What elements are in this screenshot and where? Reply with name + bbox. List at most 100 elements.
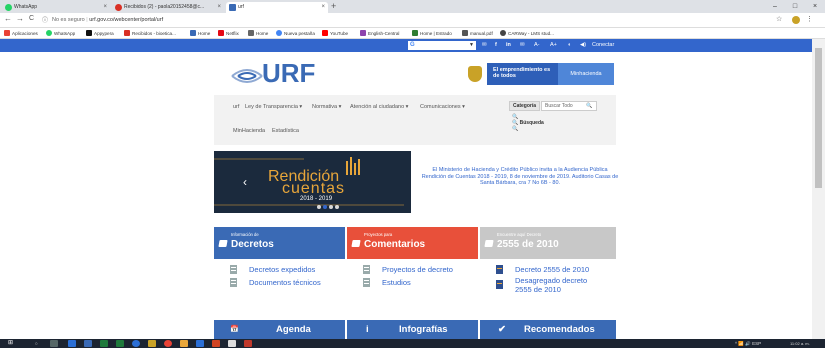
urf-logo-text[interactable]: URF [262,58,315,89]
linkedin-icon[interactable]: in [506,41,511,50]
maximize-button[interactable]: □ [785,0,805,13]
ie-icon[interactable] [132,340,140,347]
menu-icon[interactable]: ⋮ [806,15,813,23]
link-decreto-2555[interactable]: Decreto 2555 de 2010 [515,265,589,274]
star-icon[interactable]: ☆ [776,15,782,23]
search-icon[interactable]: 🔍 [586,103,592,109]
check-icon: ✔ [498,324,506,335]
bookmark-item[interactable]: Nueva pestaña [276,29,315,38]
bookmark-item[interactable]: Recibidos - bioetica... [124,29,176,38]
bookmark-item[interactable]: WhatsApp [46,29,75,38]
reload-button[interactable]: C [29,15,34,22]
close-icon[interactable]: × [103,2,107,13]
chrome-icon[interactable] [164,340,172,347]
gmail-icon [115,4,122,11]
minhacienda-link[interactable]: Minhacienda [558,63,614,85]
contrast-icon[interactable]: ◐ [568,41,571,50]
bookmark-item[interactable]: Appypera [86,29,114,38]
connect-link[interactable]: Conectar [592,41,614,50]
minimize-button[interactable]: – [765,0,785,13]
nav-item-minhacienda[interactable]: MinHacienda [233,128,265,134]
announcement-text[interactable]: El Ministerio de Hacienda y Crédito Públ… [420,167,620,187]
estrado-icon [412,30,418,36]
system-tray[interactable]: ^ 📶 🔊 ESP [735,340,761,347]
nav-item-urf[interactable]: urf [233,104,239,110]
calculator-icon[interactable] [228,340,236,347]
card-decretos[interactable]: Información de Decretos [214,227,345,259]
avatar[interactable] [792,16,800,24]
link-desagregado-decreto[interactable]: Desagregado decreto 2555 de 2010 [515,276,605,294]
bookmark-item[interactable]: Home [190,29,210,38]
explorer-icon[interactable] [180,340,188,347]
carousel-dot[interactable] [329,205,333,209]
carousel-dot[interactable] [317,205,321,209]
powerpoint-icon[interactable] [212,340,220,347]
clock[interactable]: 11:02 a. m. [790,340,810,347]
word-icon[interactable] [84,340,92,347]
browser-tab-bar: WhatsApp × Recibidos (2) - paola20152458… [0,0,825,13]
bookmark-item[interactable]: CARWay - LMS stud... [500,29,554,38]
bookmark-item[interactable]: manual.pdf [462,29,493,38]
bookmark-item[interactable]: YouTube [322,29,348,38]
link-proyectos-decreto[interactable]: Proyectos de decreto [382,265,453,274]
close-window-button[interactable]: × [805,0,825,13]
card-comentarios[interactable]: Proyectos para Comentarios [347,227,478,259]
font-increase-button[interactable]: A+ [550,41,557,50]
facebook-icon[interactable]: f [495,41,497,50]
bookmark-item[interactable]: Netflix [218,29,239,38]
back-button[interactable]: ← [4,14,12,23]
nav-item-estadistica[interactable]: Estadística [272,128,299,134]
excel-icon[interactable] [100,340,108,347]
folder-icon [484,240,494,247]
forward-button[interactable]: → [16,14,24,23]
font-decrease-button[interactable]: A- [534,41,540,50]
bookmark-item[interactable]: Home [248,29,268,38]
search-icon[interactable]: ○ [35,340,38,347]
emprendimiento-banner[interactable]: El emprendimiento es de todos [487,63,558,85]
infografias-card[interactable]: i Infografías [347,320,478,339]
recomendados-card[interactable]: ✔ Recomendados [480,320,616,339]
task-view-icon[interactable] [50,340,58,347]
excel-icon[interactable] [116,340,124,347]
windows-taskbar: ⊞ ○ ^ 📶 🔊 ESP 11:02 a. m. [0,339,825,348]
acrobat-icon[interactable] [244,340,252,347]
google-search-box[interactable]: G ▼ [408,41,476,50]
urf-logo-icon [231,69,263,83]
carousel-prev-button[interactable]: ‹ [243,175,247,189]
bookmark-item[interactable]: Home | Estrado [412,29,452,38]
card-2555[interactable]: Encuentre aquí Decreto 2555 de 2010 [480,227,616,259]
info-icon[interactable]: ⓘ [42,15,48,24]
store-icon[interactable] [196,340,204,347]
document-icon [230,265,237,274]
category-button[interactable]: Categoría [509,101,540,111]
url-field[interactable]: No es seguro | urf.gov.co/webcenter/port… [52,15,163,26]
tab-gmail[interactable]: Recibidos (2) - paola20152458@c... × [112,2,224,13]
edge-icon[interactable] [68,340,76,347]
bookmark-item[interactable]: English-Central [360,29,399,38]
new-tab-button[interactable]: + [331,1,336,11]
url-text: urf.gov.co/webcenter/portal/urf [89,17,164,23]
carousel-dot[interactable] [335,205,339,209]
link-decretos-expedidos[interactable]: Decretos expedidos [249,265,315,274]
bookmark-item[interactable]: Aplicaciones [4,29,38,38]
speaker-icon[interactable]: ◀) [580,41,586,50]
chevron-down-icon[interactable]: ▼ [469,41,474,50]
scrollbar-thumb[interactable] [815,48,822,188]
link-documentos-tecnicos[interactable]: Documentos técnicos [249,278,321,287]
nav-item-normativa[interactable]: Normativa ▾ [312,104,341,110]
nav-item-transparencia[interactable]: Ley de Transparencia ▾ [245,104,302,110]
tab-whatsapp[interactable]: WhatsApp × [2,2,110,13]
close-icon[interactable]: × [217,2,221,13]
twitter-icon[interactable]: ✉ [482,41,487,50]
mail-icon[interactable]: ✉ [520,41,525,50]
link-estudios[interactable]: Estudios [382,278,411,287]
nav-item-atencion[interactable]: Atención al ciudadano ▾ [350,104,408,110]
search-icon[interactable]: 🔍 [512,126,518,132]
carousel-dot-active[interactable] [323,205,327,209]
nav-item-comunicaciones[interactable]: Comunicaciones ▾ [420,104,465,110]
agenda-card[interactable]: 📅 Agenda [214,320,345,339]
close-icon[interactable]: × [321,2,325,13]
start-button[interactable]: ⊞ [8,340,13,347]
folder-icon[interactable] [148,340,156,347]
tab-urf[interactable]: urf × [226,2,328,13]
